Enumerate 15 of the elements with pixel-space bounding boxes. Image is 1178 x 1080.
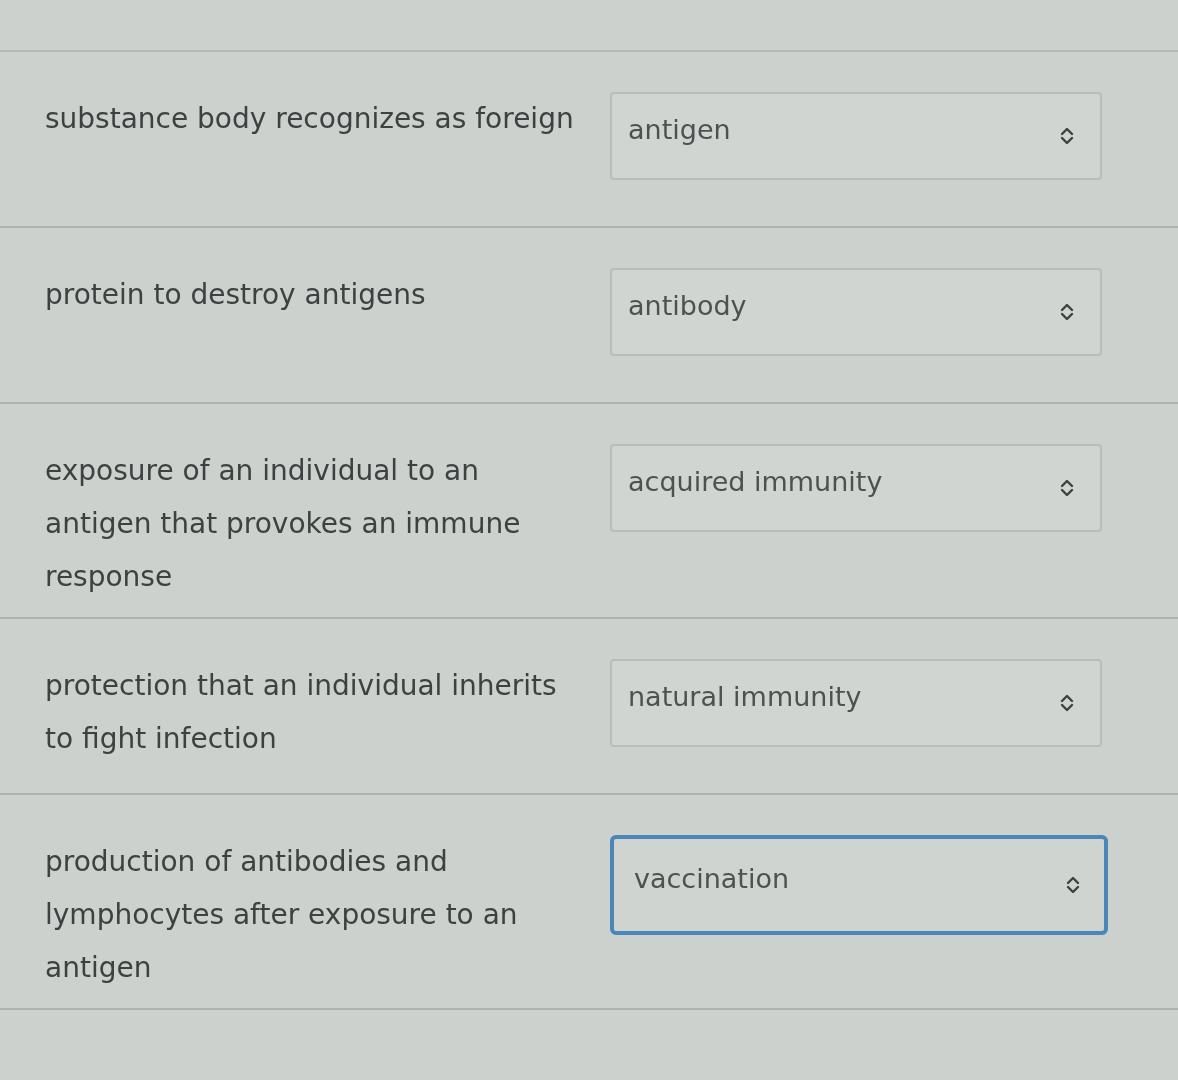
answer-dropdown[interactable]: acquired immunity bbox=[610, 444, 1102, 532]
chevron-up-down-icon bbox=[1060, 126, 1074, 146]
answer-dropdown[interactable]: natural immunity bbox=[610, 659, 1102, 747]
question-prompt: substance body recognizes as foreign bbox=[45, 101, 575, 137]
chevron-up-down-icon bbox=[1060, 478, 1074, 498]
answer-dropdown[interactable]: antibody bbox=[610, 268, 1102, 356]
question-prompt: protection that an individual inherits to fight infection bbox=[45, 668, 558, 757]
answer-dropdown[interactable]: antigen bbox=[610, 92, 1102, 180]
question-prompt: protein to destroy antigens bbox=[45, 277, 427, 313]
chevron-up-down-icon bbox=[1060, 302, 1074, 322]
chevron-up-down-icon bbox=[1066, 875, 1080, 895]
question-prompt: exposure of an individual to an antigen that provokes an immune response bbox=[45, 453, 522, 595]
question-prompt: production of antibodies and lymphocytes after exposure to an antigen bbox=[45, 844, 519, 986]
answer-dropdown[interactable]: vaccination bbox=[610, 835, 1108, 935]
chevron-up-down-icon bbox=[1060, 693, 1074, 713]
